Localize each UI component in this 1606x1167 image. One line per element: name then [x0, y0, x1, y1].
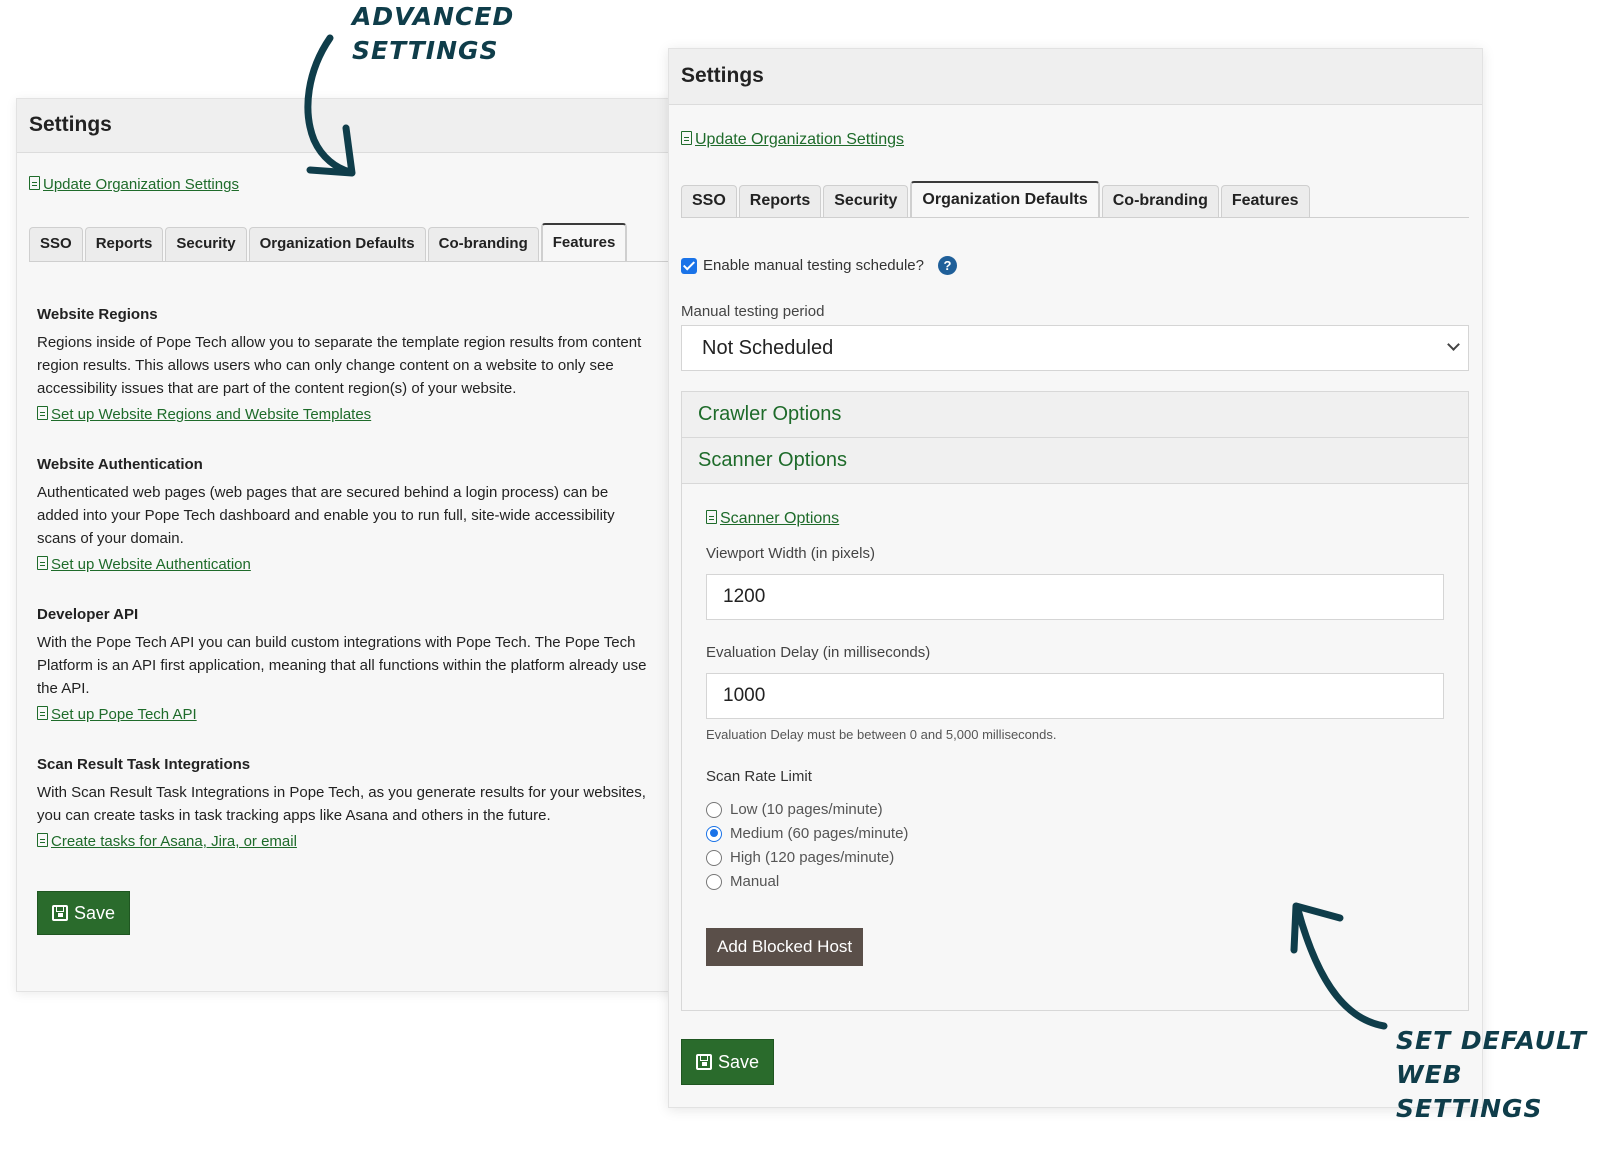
section-scan-result-task-integrations: Scan Result Task Integrations With Scan …	[37, 756, 652, 851]
radio-option-manual[interactable]: Manual	[706, 873, 779, 890]
setup-pope-tech-api-link[interactable]: Set up Pope Tech API	[37, 706, 197, 723]
annotation-arrow-down	[304, 34, 356, 177]
section-website-authentication: Website Authentication Authenticated web…	[37, 456, 652, 574]
viewport-width-label: Viewport Width (in pixels)	[706, 545, 875, 562]
tab-reports[interactable]: Reports	[84, 227, 164, 261]
checkbox-label: Enable manual testing schedule?	[703, 257, 924, 274]
tab-co-branding[interactable]: Co-branding	[1101, 185, 1219, 217]
panel-title: Settings	[669, 49, 1482, 105]
radio-label: Medium (60 pages/minute)	[730, 825, 909, 842]
radio-button-selected[interactable]	[706, 825, 722, 842]
save-icon	[696, 1054, 712, 1070]
section-heading: Website Authentication	[37, 456, 203, 473]
section-text: With the Pope Tech API you can build cus…	[37, 634, 647, 697]
tab-sso[interactable]: SSO	[29, 227, 83, 261]
annotation-line: ADVANCED	[352, 2, 515, 31]
update-organization-settings-link[interactable]: Update Organization Settings	[29, 176, 239, 193]
select-value: Not Scheduled	[702, 337, 834, 359]
tab-organization-defaults[interactable]: Organization Defaults	[910, 181, 1100, 217]
tab-sso[interactable]: SSO	[681, 185, 737, 217]
evaluation-delay-label: Evaluation Delay (in milliseconds)	[706, 644, 931, 661]
tab-bar: SSO Reports Security Organization Defaul…	[681, 181, 1469, 218]
tab-features[interactable]: Features	[1220, 185, 1310, 217]
document-icon	[37, 833, 48, 847]
section-heading: Developer API	[37, 606, 139, 623]
setup-website-regions-link[interactable]: Set up Website Regions and Website Templ…	[37, 406, 371, 423]
radio-button[interactable]	[706, 849, 722, 866]
section-text: Regions inside of Pope Tech allow you to…	[37, 334, 642, 397]
section-text: With Scan Result Task Integrations in Po…	[37, 784, 646, 824]
scan-rate-limit-label: Scan Rate Limit	[706, 768, 812, 785]
add-blocked-host-button[interactable]: Add Blocked Host	[706, 928, 864, 966]
link-label: Set up Website Regions and Website Templ…	[51, 406, 372, 423]
update-organization-settings-link[interactable]: Update Organization Settings	[681, 131, 904, 149]
link-label: Set up Website Authentication	[51, 556, 251, 573]
save-label: Save	[74, 902, 116, 923]
create-tasks-link[interactable]: Create tasks for Asana, Jira, or email	[37, 833, 297, 850]
radio-option-low[interactable]: Low (10 pages/minute)	[706, 801, 883, 818]
section-heading: Scan Result Task Integrations	[37, 756, 251, 773]
radio-option-high[interactable]: High (120 pages/minute)	[706, 849, 894, 866]
annotation-set-default-web-settings: SET DEFAULT WEB SETTINGS	[1396, 1024, 1606, 1126]
document-icon	[37, 556, 48, 570]
link-label: Scanner Options	[720, 510, 840, 527]
tab-organization-defaults[interactable]: Organization Defaults	[248, 227, 426, 261]
radio-label: Low (10 pages/minute)	[730, 801, 883, 818]
manual-testing-period-label: Manual testing period	[681, 303, 825, 320]
tab-features[interactable]: Features	[540, 223, 628, 261]
section-text: Authenticated web pages (web pages that …	[37, 484, 615, 547]
evaluation-delay-input[interactable]: 1000	[706, 673, 1444, 719]
manual-testing-checkbox[interactable]	[681, 257, 697, 274]
document-icon	[37, 406, 48, 420]
save-label: Save	[718, 1051, 760, 1072]
link-label: Set up Pope Tech API	[51, 706, 197, 723]
tab-reports[interactable]: Reports	[738, 185, 822, 217]
crawler-options-header[interactable]: Crawler Options	[682, 392, 1468, 438]
radio-button[interactable]	[706, 873, 722, 890]
evaluation-delay-hint: Evaluation Delay must be between 0 and 5…	[706, 727, 1057, 742]
document-icon	[29, 176, 40, 190]
annotation-line: SET DEFAULT	[1396, 1026, 1587, 1055]
radio-button[interactable]	[706, 801, 722, 818]
annotation-arrow-up	[1290, 902, 1388, 1030]
save-icon	[52, 905, 68, 921]
section-website-regions: Website Regions Regions inside of Pope T…	[37, 306, 652, 424]
tab-co-branding[interactable]: Co-branding	[427, 227, 539, 261]
radio-option-medium[interactable]: Medium (60 pages/minute)	[706, 825, 908, 842]
section-developer-api: Developer API With the Pope Tech API you…	[37, 606, 652, 724]
document-icon	[37, 706, 48, 720]
document-icon	[706, 510, 717, 524]
annotation-line: WEB SETTINGS	[1396, 1060, 1543, 1123]
tab-bar: SSO Reports Security Organization Defaul…	[29, 223, 679, 262]
annotation-advanced-settings: ADVANCED SETTINGS	[352, 0, 514, 68]
tab-security[interactable]: Security	[823, 185, 909, 217]
chevron-down-icon	[1447, 338, 1460, 351]
tab-security[interactable]: Security	[165, 227, 247, 261]
save-button-right[interactable]: Save	[681, 1039, 775, 1085]
document-icon	[681, 131, 692, 145]
setup-website-authentication-link[interactable]: Set up Website Authentication	[37, 556, 251, 573]
section-heading: Website Regions	[37, 306, 158, 323]
link-label: Update Organization Settings	[695, 131, 905, 148]
viewport-width-input[interactable]: 1200	[706, 574, 1444, 620]
scanner-options-header[interactable]: Scanner Options	[682, 438, 1468, 484]
scanner-options-link[interactable]: Scanner Options	[706, 510, 839, 528]
radio-label: Manual	[730, 873, 780, 890]
save-button-left[interactable]: Save	[37, 891, 131, 935]
help-icon[interactable]: ?	[938, 256, 957, 275]
link-label: Create tasks for Asana, Jira, or email	[51, 833, 297, 850]
link-label: Update Organization Settings	[43, 176, 239, 193]
manual-testing-period-select[interactable]: Not Scheduled	[681, 325, 1469, 371]
radio-label: High (120 pages/minute)	[730, 849, 895, 866]
manual-testing-checkbox-row: Enable manual testing schedule? ?	[681, 256, 957, 275]
annotation-line: SETTINGS	[352, 36, 499, 65]
